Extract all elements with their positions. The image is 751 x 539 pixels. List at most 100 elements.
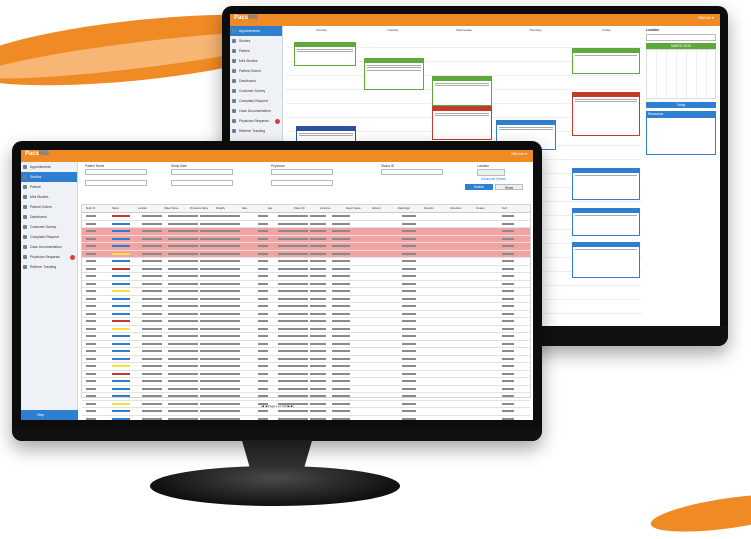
table-cell <box>112 290 130 292</box>
column-header[interactable]: Status <box>112 207 119 210</box>
sidebar-item[interactable]: Complaint Request <box>230 96 282 106</box>
sidebar-item[interactable]: Referrer Tracking <box>21 262 77 272</box>
filter-row2-input-c[interactable] <box>271 180 333 186</box>
table-row[interactable] <box>82 378 530 386</box>
table-row[interactable] <box>82 356 530 363</box>
table-row[interactable] <box>82 288 530 296</box>
front-user-menu[interactable]: Sllirinin ▾ <box>511 151 527 156</box>
table-row[interactable] <box>82 273 530 281</box>
table-row[interactable] <box>82 250 530 258</box>
sidebar-item[interactable]: Appointments <box>21 162 77 172</box>
table-row[interactable] <box>82 326 530 333</box>
sidebar-item[interactable]: Dashboard <box>230 76 282 86</box>
sidebar-item[interactable]: Patient Orders <box>21 202 77 212</box>
table-row[interactable] <box>82 318 530 326</box>
column-header[interactable]: Patient ID <box>294 207 305 210</box>
table-row[interactable] <box>82 213 530 221</box>
column-header[interactable]: Report Status <box>346 207 361 210</box>
table-row[interactable] <box>82 221 530 228</box>
filter-physician-input[interactable] <box>271 169 333 175</box>
column-header[interactable]: Procedure Name <box>190 207 208 210</box>
filter-location-select[interactable] <box>477 169 505 176</box>
column-header[interactable]: Location <box>138 207 147 210</box>
table-row[interactable] <box>82 243 530 251</box>
sidebar-item[interactable]: Patient <box>21 182 77 192</box>
calendar-event[interactable] <box>432 106 492 140</box>
table-row[interactable] <box>82 386 530 393</box>
column-header[interactable]: Tech <box>502 207 507 210</box>
table-row[interactable] <box>82 281 530 288</box>
back-user-menu[interactable]: Sllirinin ▾ <box>698 15 714 20</box>
table-row[interactable] <box>82 371 530 378</box>
calendar-event[interactable] <box>572 242 640 278</box>
column-header[interactable]: Radiologist <box>398 207 410 210</box>
column-header[interactable]: Patient Name <box>164 207 178 210</box>
sidebar-item[interactable]: Physician Requests <box>21 252 77 262</box>
table-cell <box>502 357 514 360</box>
sidebar-item[interactable]: Physician Requests <box>230 116 282 126</box>
sidebar-item[interactable]: Customer Survey <box>21 222 77 232</box>
column-header[interactable]: Created <box>476 207 485 210</box>
search-button[interactable]: Search <box>465 184 493 190</box>
table-row[interactable] <box>82 311 530 318</box>
table-cell <box>200 327 240 330</box>
calendar-event[interactable] <box>364 58 424 90</box>
table-row[interactable] <box>82 235 530 243</box>
today-button[interactable]: Today <box>646 102 716 108</box>
sidebar-item[interactable]: Dashboard <box>21 212 77 222</box>
help-link[interactable]: Help <box>37 413 44 417</box>
table-row[interactable] <box>82 296 530 303</box>
sidebar-item[interactable]: Appointments <box>230 26 282 36</box>
column-header[interactable]: Referrer <box>372 207 381 210</box>
location-select[interactable] <box>646 34 716 41</box>
table-row[interactable] <box>82 333 530 341</box>
table-row[interactable] <box>82 341 530 348</box>
column-header[interactable]: Modality <box>216 207 225 210</box>
column-header[interactable]: Age <box>268 207 272 210</box>
sidebar-item[interactable]: Complaint Request <box>21 232 77 242</box>
sidebar-item[interactable]: Case Documentation <box>21 242 77 252</box>
filter-patient-name-input[interactable] <box>85 169 147 175</box>
column-header[interactable]: Date <box>242 207 247 210</box>
filter-row2-input-a[interactable] <box>85 180 147 186</box>
column-header[interactable]: Insurance <box>320 207 331 210</box>
sidebar-item-label: Mini Studies <box>30 195 49 199</box>
table-row[interactable] <box>82 228 530 236</box>
table-cell <box>200 402 240 405</box>
calendar-event[interactable] <box>572 168 640 200</box>
table-row[interactable] <box>82 266 530 273</box>
table-pager[interactable]: |◀ ◀ Page 1 of 120 ▶ ▶| <box>261 404 294 408</box>
advanced-search-link[interactable]: Advanced Search <box>481 177 506 181</box>
table-row[interactable] <box>82 363 530 371</box>
sidebar-item[interactable]: Customer Survey <box>230 86 282 96</box>
sidebar-item[interactable]: Patient Orders <box>230 66 282 76</box>
sidebar-item[interactable]: Case Documentation <box>230 106 282 116</box>
calendar-event[interactable] <box>572 208 640 236</box>
column-header[interactable]: Study ID <box>86 207 95 210</box>
table-row[interactable] <box>82 408 530 416</box>
resources-list[interactable] <box>646 117 716 155</box>
sidebar-item[interactable]: Mini Studies <box>21 192 77 202</box>
sidebar-item[interactable]: Referrer Tracking <box>230 126 282 136</box>
table-row[interactable] <box>82 348 530 356</box>
filter-study-date-input[interactable] <box>171 169 233 175</box>
calendar-event[interactable] <box>432 76 492 106</box>
sidebar-item[interactable]: Mini Studies <box>230 56 282 66</box>
mini-calendar[interactable] <box>646 49 716 99</box>
calendar-event[interactable] <box>572 92 640 136</box>
table-row[interactable] <box>82 401 530 408</box>
filter-status-input[interactable] <box>381 169 443 175</box>
column-header[interactable]: Scheduled <box>450 207 461 210</box>
column-header[interactable]: Remarks <box>424 207 434 210</box>
calendar-event[interactable] <box>294 42 356 66</box>
reset-button[interactable]: Reset <box>495 184 523 190</box>
calendar-event[interactable] <box>572 48 640 74</box>
table-row[interactable] <box>82 416 530 421</box>
sidebar-item[interactable]: Studies <box>21 172 77 182</box>
table-row[interactable] <box>82 303 530 311</box>
table-row[interactable] <box>82 393 530 401</box>
sidebar-item[interactable]: Studies <box>230 36 282 46</box>
sidebar-item[interactable]: Patient <box>230 46 282 56</box>
filter-row2-input-b[interactable] <box>171 180 233 186</box>
table-row[interactable] <box>82 258 530 266</box>
